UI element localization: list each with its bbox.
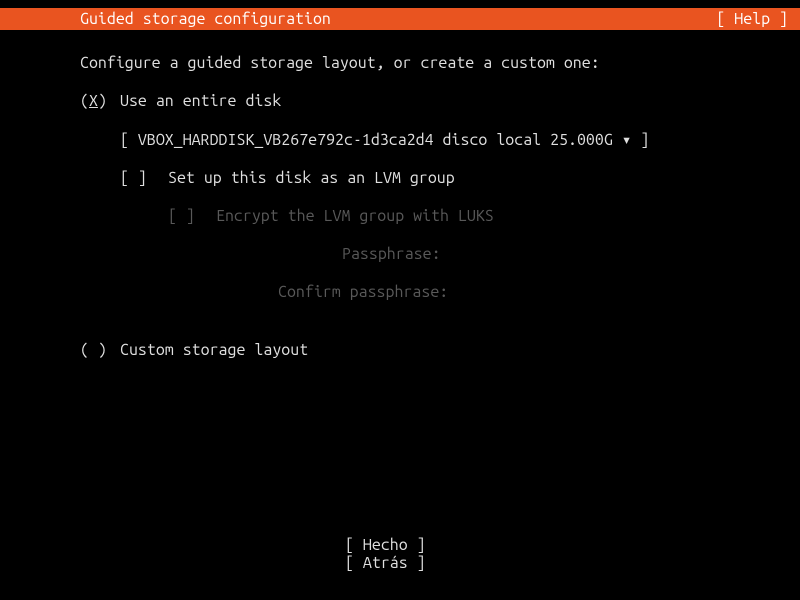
done-button[interactable]: [ Hecho ] bbox=[345, 536, 455, 554]
page-title: Guided storage configuration bbox=[80, 10, 331, 28]
option-entire-disk[interactable]: (X) Use an entire disk bbox=[80, 92, 800, 110]
checkbox-encrypt-marker: [ ] bbox=[168, 207, 216, 225]
footer: [ Hecho ] [ Atrás ] bbox=[0, 536, 800, 572]
option-custom[interactable]: ( ) Custom storage layout bbox=[80, 341, 800, 359]
passphrase-label: Passphrase: bbox=[80, 245, 800, 263]
checkbox-lvm-marker[interactable]: [ ] bbox=[120, 169, 168, 187]
prompt-text: Configure a guided storage layout, or cr… bbox=[80, 54, 800, 72]
checkbox-lvm-label: Set up this disk as an LVM group bbox=[168, 169, 455, 187]
radio-entire-disk[interactable]: (X) bbox=[80, 92, 120, 110]
main-content: Configure a guided storage layout, or cr… bbox=[0, 30, 800, 359]
help-button[interactable]: [ Help ] bbox=[716, 10, 788, 28]
radio-custom[interactable]: ( ) bbox=[80, 341, 120, 359]
checkbox-lvm[interactable]: [ ] Set up this disk as an LVM group bbox=[120, 169, 800, 187]
confirm-passphrase-label: Confirm passphrase: bbox=[80, 283, 800, 301]
checkbox-encrypt: [ ] Encrypt the LVM group with LUKS bbox=[168, 207, 800, 225]
header-bar: Guided storage configuration [ Help ] bbox=[0, 8, 800, 30]
option-custom-label: Custom storage layout bbox=[120, 341, 308, 359]
disk-selector[interactable]: [ VBOX_HARDDISK_VB267e792c-1d3ca2d4 disc… bbox=[120, 130, 800, 149]
option-entire-disk-label: Use an entire disk bbox=[120, 92, 281, 110]
back-button[interactable]: [ Atrás ] bbox=[345, 554, 455, 572]
checkbox-encrypt-label: Encrypt the LVM group with LUKS bbox=[216, 207, 494, 225]
